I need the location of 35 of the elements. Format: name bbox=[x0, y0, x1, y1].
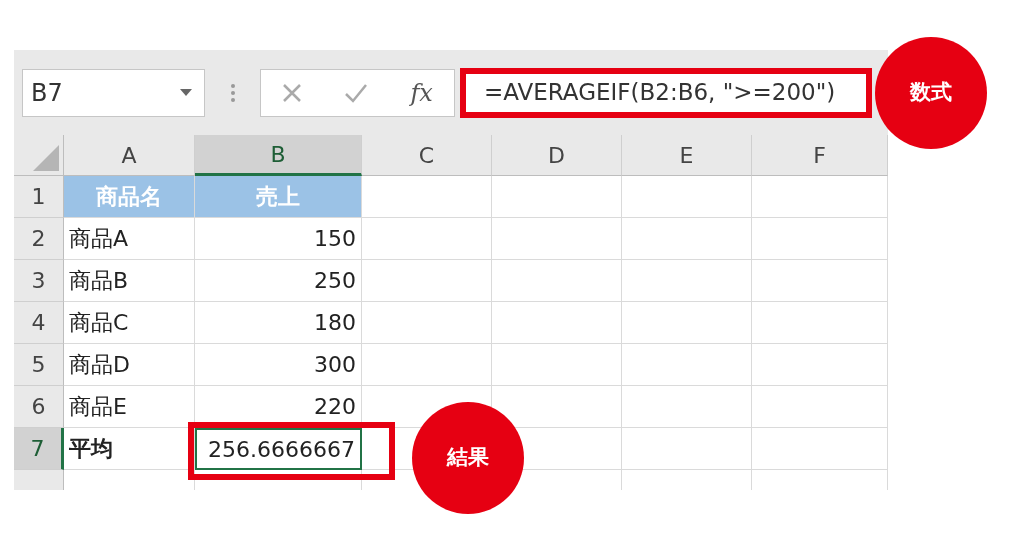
table-cell[interactable]: 商品B bbox=[64, 260, 195, 302]
function-button[interactable]: fx bbox=[410, 74, 433, 111]
row-header[interactable]: 7 bbox=[14, 428, 64, 470]
table-cell[interactable]: 商品E bbox=[64, 386, 195, 428]
formula-field[interactable]: =AVERAGEIF(B2:B6, ">=200") bbox=[460, 67, 872, 118]
column-header[interactable]: C bbox=[362, 135, 492, 176]
select-all-button[interactable] bbox=[14, 135, 64, 176]
table-cell[interactable]: 180 bbox=[195, 302, 362, 344]
row-header[interactable]: 6 bbox=[14, 386, 64, 428]
table-cell[interactable]: 150 bbox=[195, 218, 362, 260]
table-cell[interactable]: 商品A bbox=[64, 218, 195, 260]
table-cell[interactable]: 300 bbox=[195, 344, 362, 386]
table-cell[interactable]: 商品C bbox=[64, 302, 195, 344]
table-cell[interactable]: 250 bbox=[195, 260, 362, 302]
name-box[interactable]: B7 bbox=[22, 68, 205, 117]
table-cell[interactable]: 256.6666667 bbox=[195, 428, 362, 470]
row-header[interactable]: 4 bbox=[14, 302, 64, 344]
dropdown-icon bbox=[180, 89, 192, 96]
corner-triangle-icon bbox=[33, 145, 59, 171]
annotation-badge: 数式 bbox=[875, 37, 987, 149]
row-header[interactable]: 5 bbox=[14, 344, 64, 386]
column-header[interactable]: A bbox=[64, 135, 195, 176]
row-header[interactable]: 1 bbox=[14, 176, 64, 218]
column-header[interactable]: F bbox=[752, 135, 888, 176]
table-cell[interactable]: 平均 bbox=[64, 428, 195, 470]
more-icon bbox=[230, 83, 235, 102]
row-header[interactable]: 2 bbox=[14, 218, 64, 260]
column-header[interactable]: B bbox=[195, 135, 362, 176]
table-cell[interactable]: 220 bbox=[195, 386, 362, 428]
row-header[interactable]: 3 bbox=[14, 260, 64, 302]
column-header[interactable]: D bbox=[492, 135, 622, 176]
check-icon[interactable] bbox=[344, 82, 369, 103]
table-cell[interactable]: 商品D bbox=[64, 344, 195, 386]
close-icon[interactable] bbox=[282, 82, 303, 103]
column-header[interactable]: E bbox=[622, 135, 752, 176]
